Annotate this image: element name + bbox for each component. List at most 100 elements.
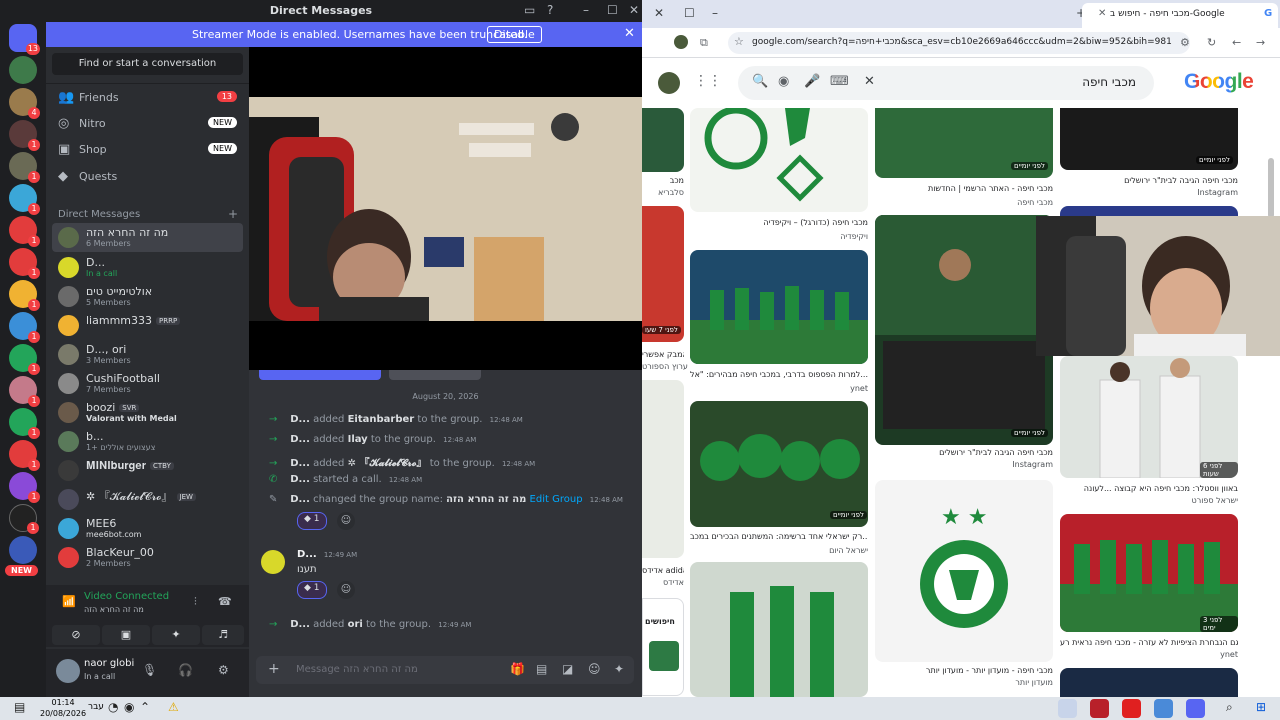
actor[interactable]: D... (290, 619, 310, 630)
message-composer[interactable]: + Message מה זה החרא הזה 🎁 ▤ ◪ ☺ ✦ (256, 656, 634, 684)
dm-item[interactable]: 𝐌𝐈𝐍𝐈𝐛𝐮𝐫𝐠𝐞𝐫 CTBY (52, 456, 243, 485)
soundboard-button[interactable]: ♬ (202, 625, 244, 645)
related-searches[interactable]: חיפושים (642, 598, 684, 696)
emoji-icon[interactable]: ☺ (588, 662, 601, 676)
account-avatar[interactable] (658, 72, 680, 94)
home-button[interactable]: 13 (9, 24, 40, 55)
result-caption[interactable]: מכבי חיפה הגיבה לבית"ר ירושלים (1060, 176, 1238, 185)
warning-icon[interactable]: ⚠ (168, 700, 179, 714)
result-image[interactable]: לפני יומיים (875, 215, 1053, 445)
maximize-button[interactable]: ☐ (607, 3, 618, 17)
dm-item[interactable]: boozi SVR Valorant with Medal (52, 398, 243, 427)
close-window-button[interactable]: ✕ (654, 6, 664, 20)
find-conversation-button[interactable]: Find or start a conversation (52, 53, 243, 75)
discord-taskbar-icon[interactable] (1186, 699, 1205, 718)
result-image[interactable] (642, 108, 684, 172)
actor[interactable]: D... (290, 414, 310, 425)
help-icon[interactable]: ? (547, 3, 553, 17)
nav-quests[interactable]: ◆ Quests (52, 164, 243, 188)
network-icon[interactable]: ◉ (124, 700, 134, 714)
result-caption[interactable]: מכבי חיפה - מועדון יותר - מועדון יותר (875, 666, 1053, 675)
result-image[interactable]: לפני 7 שעו (642, 206, 684, 342)
gif-icon[interactable]: ▤ (536, 662, 547, 676)
clock[interactable]: 01:14 20/08/2026 (40, 697, 86, 719)
result-image[interactable]: ★ ★ (875, 480, 1053, 662)
reaction[interactable]: ◆ 1 (297, 581, 327, 599)
server-icon[interactable]: 1 (9, 152, 40, 183)
copilot-taskbar-icon[interactable] (1154, 699, 1173, 718)
result-image[interactable] (690, 250, 868, 364)
actor[interactable]: D... (290, 474, 310, 485)
server-icon[interactable]: 1 (9, 344, 40, 375)
avatar[interactable] (56, 659, 80, 683)
result-caption[interactable]: למרות הפספוס בדרבי, במכבי חיפה מבהירים: … (690, 370, 868, 379)
add-reaction-button[interactable]: ☺ (337, 581, 355, 599)
clear-icon[interactable]: ✕ (864, 74, 875, 89)
dm-item[interactable]: BlacKeur_00 2 Members (52, 543, 243, 572)
server-icon[interactable]: 1 (9, 120, 40, 151)
minimize-button[interactable]: – (712, 6, 718, 20)
related-thumb[interactable] (649, 641, 679, 671)
edit-group-button[interactable] (389, 370, 481, 380)
nav-nitro[interactable]: ◎ Nitro NEW (52, 111, 243, 135)
server-icon[interactable]: 1 (9, 184, 40, 215)
dm-item[interactable]: MEE6 mee6bot.com (52, 514, 243, 543)
notification-icon[interactable]: ▤ (14, 700, 25, 714)
server-icon[interactable]: 1 (9, 248, 40, 279)
server-icon[interactable] (9, 56, 37, 84)
mic-icon[interactable]: 🎤 (804, 74, 820, 89)
apps-icon[interactable]: ✦ (614, 662, 624, 676)
minimize-button[interactable]: – (583, 3, 589, 17)
server-icon[interactable]: 1 (9, 472, 40, 503)
reaction[interactable]: ◆ 1 (297, 512, 327, 530)
youtube-taskbar-icon[interactable] (1122, 699, 1141, 718)
result-caption[interactable]: מכב (642, 176, 684, 185)
result-caption[interactable]: באוון ווסטלר: מכבי חיפה היא קבוצה ...לעו… (1060, 484, 1238, 493)
app-taskbar-icon[interactable] (1090, 699, 1109, 718)
avatar[interactable] (261, 550, 285, 574)
result-image[interactable]: לפני יומיים (875, 108, 1053, 178)
server-icon[interactable]: 1 (9, 408, 40, 439)
url-bar[interactable]: ☆ google.com/search?q=מכבי+חיפה&sca_esv=… (728, 32, 1190, 54)
target[interactable]: ori (348, 619, 363, 630)
server-icon[interactable] (9, 536, 37, 564)
nav-friends[interactable]: 👥 Friends 13 (52, 85, 243, 109)
site-settings-icon[interactable]: ⚙ (1180, 36, 1190, 49)
result-image[interactable] (690, 108, 868, 212)
result-caption[interactable]: אדידס adidas (642, 566, 684, 575)
camera-off-button[interactable]: ⊘ (52, 625, 100, 645)
result-image[interactable] (690, 562, 868, 697)
lens-icon[interactable]: ◉ (778, 74, 789, 89)
result-image[interactable]: לפני יומיים (690, 401, 868, 527)
invite-button[interactable] (259, 370, 381, 380)
maximize-button[interactable]: ☐ (684, 6, 695, 20)
target[interactable]: ✲ 『𝓚𝓪𝓵𝓲𝓮𝓵𝓒𝓻𝓸』 (348, 458, 427, 469)
reload-icon[interactable]: ↻ (1207, 36, 1216, 49)
actor[interactable]: D... (290, 434, 310, 445)
result-caption[interactable]: מכבי חיפה (כדורגל) – ויקיפדיה (690, 218, 868, 227)
noise-suppression-icon[interactable]: ⫶ (194, 595, 197, 609)
dm-item[interactable]: ✲ 『𝓚𝓪𝓵𝓲𝓮𝓵𝓒𝓻𝓸』 JEW (52, 485, 243, 514)
video-stream[interactable] (249, 97, 642, 321)
wifi-icon[interactable]: ◔ (108, 700, 118, 714)
result-caption[interactable]: מכבי חיפה הגיבה לבית"ר ירושלים (875, 448, 1053, 457)
keyboard-icon[interactable]: ⌨ (830, 74, 849, 89)
chevron-up-icon[interactable]: ⌃ (140, 700, 150, 714)
profile-avatar[interactable] (674, 35, 688, 49)
result-caption[interactable]: קאמבק אפשרי (642, 350, 684, 359)
message-author[interactable]: D... (297, 549, 317, 560)
server-icon[interactable]: 1 (9, 504, 39, 534)
nav-shop[interactable]: ▣ Shop NEW (52, 137, 243, 161)
attach-icon[interactable]: + (268, 661, 280, 677)
activities-button[interactable]: ✦ (152, 625, 200, 645)
result-caption[interactable]: גם הנבחרת הציפיות לא עזרה - מכבי חיפה נר… (1060, 638, 1238, 647)
gift-icon[interactable]: 🎁 (510, 662, 525, 676)
server-icon[interactable]: 1 (9, 312, 40, 343)
search-icon[interactable]: 🔍 (752, 74, 768, 89)
server-icon[interactable]: 1 (9, 376, 40, 407)
result-caption[interactable]: רק ישראלי אחד ברשימה: המשתנים הבכירים במ… (690, 532, 868, 541)
google-logo[interactable]: Google (1184, 70, 1254, 94)
bookmark-star-icon[interactable]: ☆ (734, 35, 744, 48)
result-image[interactable]: לפני 6 שעות (1060, 356, 1238, 478)
disconnect-icon[interactable]: ☎ (218, 595, 232, 608)
